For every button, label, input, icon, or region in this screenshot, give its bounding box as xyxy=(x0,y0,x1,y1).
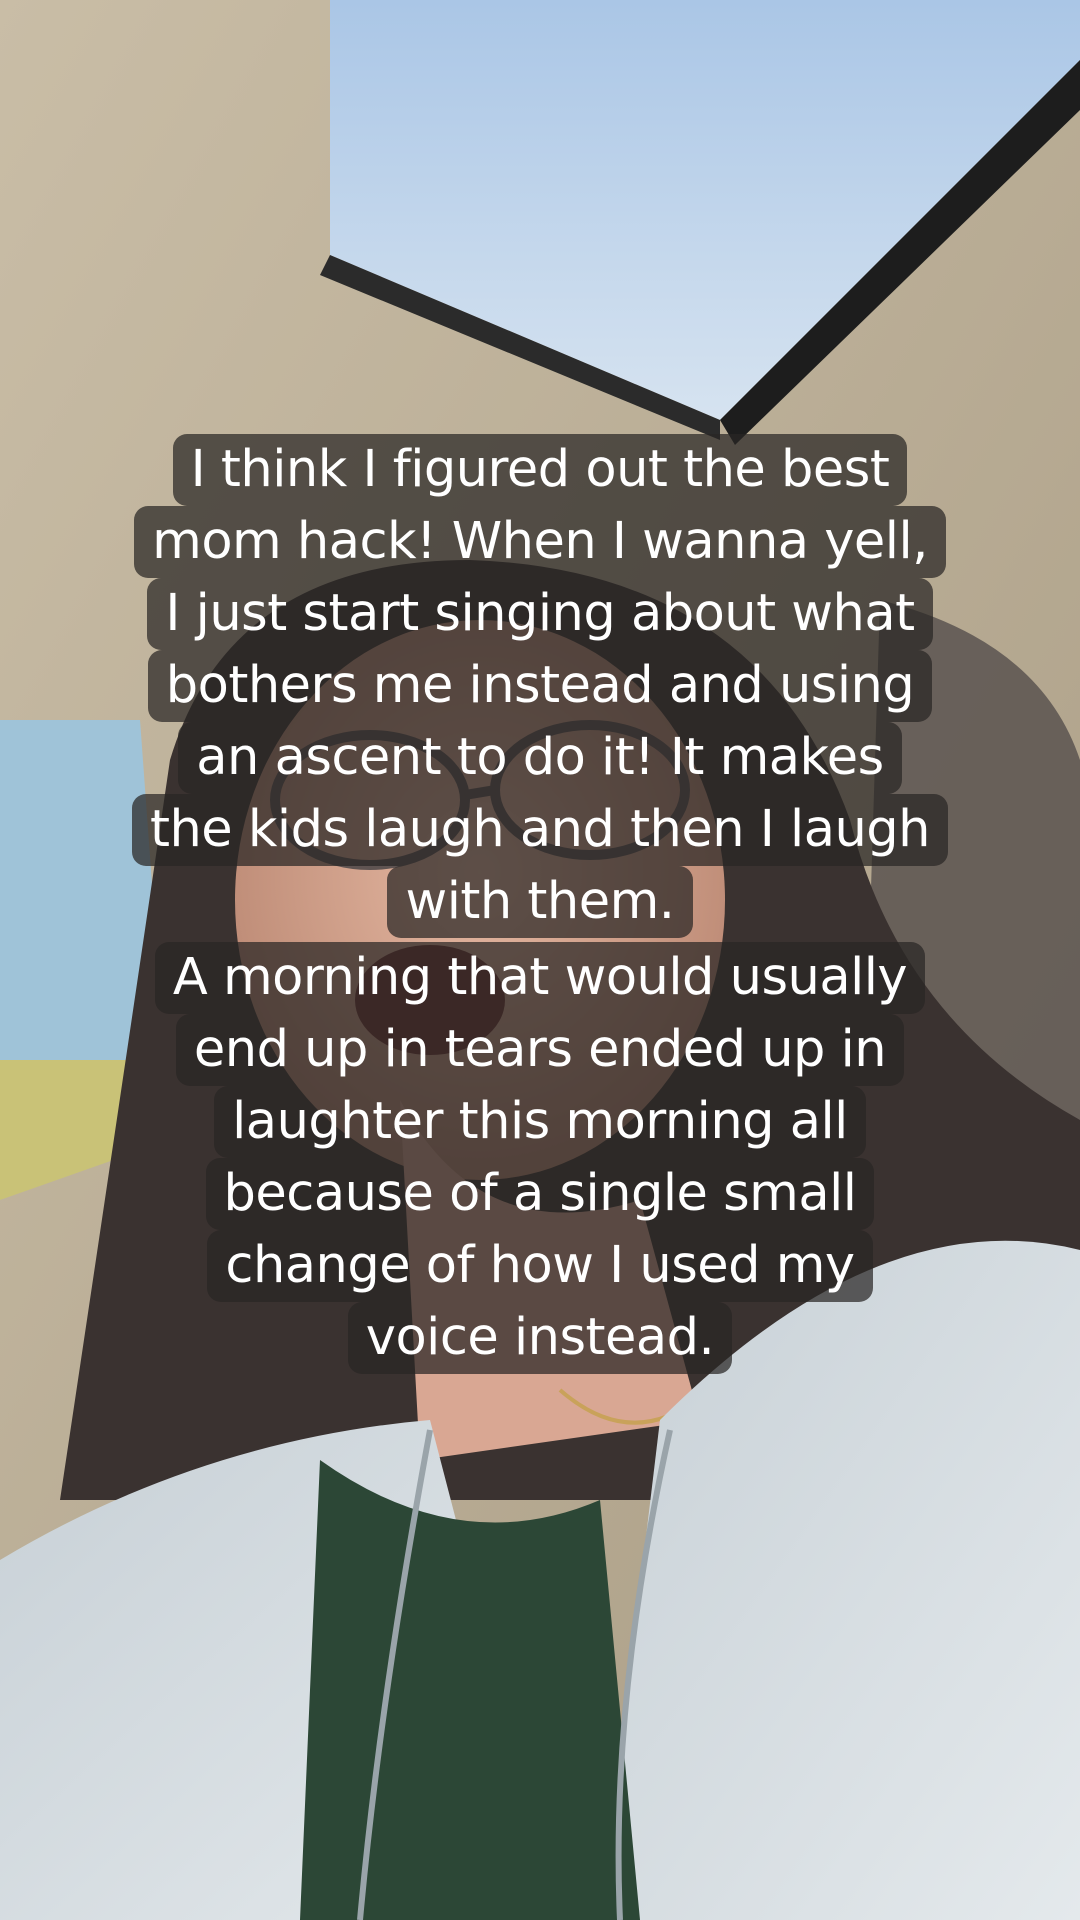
caption-line: because of a single small xyxy=(0,1158,1080,1230)
caption-line: an ascent to do it! It makes xyxy=(0,722,1080,794)
caption-line: I just start singing about what xyxy=(0,578,1080,650)
caption-line: mom hack! When I wanna yell, xyxy=(0,506,1080,578)
caption-line: bothers me instead and using xyxy=(0,650,1080,722)
caption-line: end up in tears ended up in xyxy=(0,1014,1080,1086)
caption-line: laughter this morning all xyxy=(0,1086,1080,1158)
caption-line: change of how I used my xyxy=(0,1230,1080,1302)
caption-line: I think I figured out the best xyxy=(0,434,1080,506)
caption-line: with them. xyxy=(0,866,1080,938)
caption-overlay: I think I figured out the best mom hack!… xyxy=(0,0,1080,1920)
caption-line: A morning that would usually xyxy=(0,942,1080,1014)
caption-line: the kids laugh and then I laugh xyxy=(0,794,1080,866)
caption-line: voice instead. xyxy=(0,1302,1080,1374)
video-frame[interactable]: I think I figured out the best mom hack!… xyxy=(0,0,1080,1920)
